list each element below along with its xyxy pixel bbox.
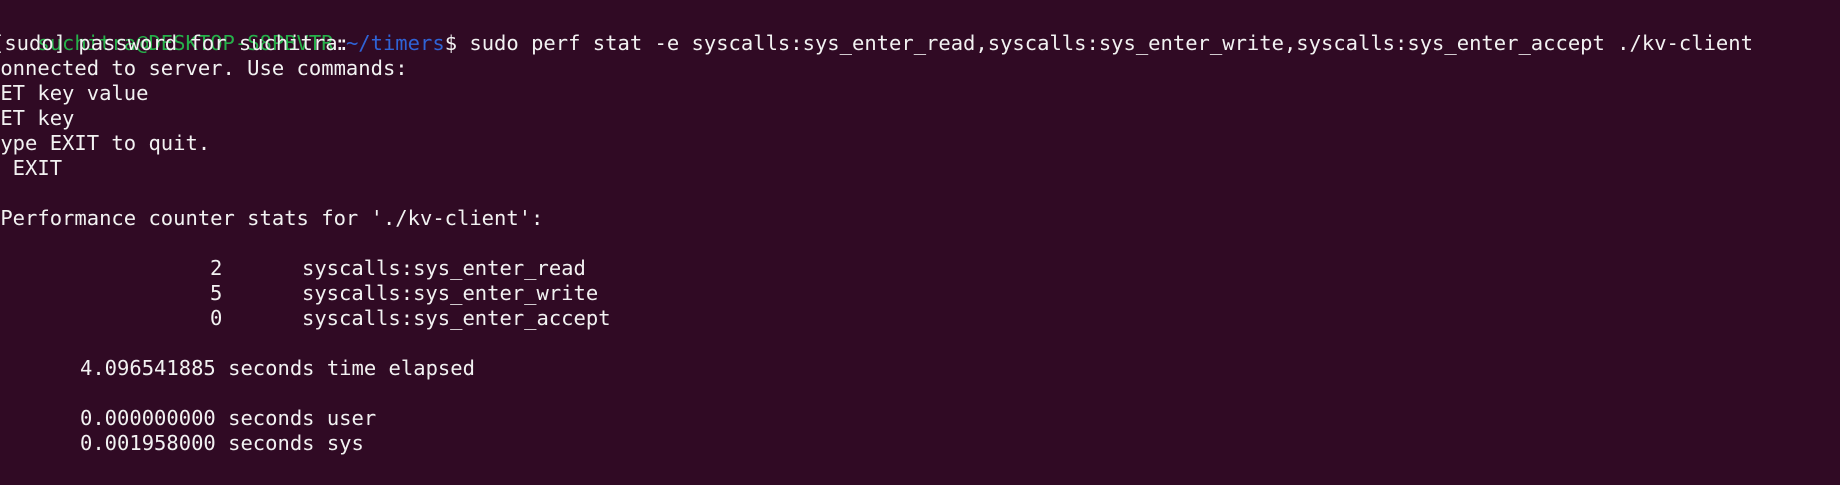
counter-event-accept: syscalls:sys_enter_accept — [302, 306, 611, 330]
prompt-symbol: $ — [444, 31, 470, 55]
time-elapsed-line: 4.096541885 seconds time elapsed — [80, 356, 475, 380]
exit-hint: Type EXIT to quit. — [0, 131, 211, 155]
time-sys-line: 0.001958000 seconds sys — [80, 431, 364, 455]
counter-value-accept: 0 — [210, 306, 223, 330]
terminal-window[interactable]: suchitra@DESKTOP-S8PBVTR:~/timers$ sudo … — [0, 0, 1840, 485]
time-user-line: 0.000000000 seconds user — [80, 406, 377, 430]
counter-value-write: 5 — [210, 281, 223, 305]
perf-stats-header: Performance counter stats for './kv-clie… — [0, 206, 544, 230]
command-prompt-line: suchitra@DESKTOP-S8PBVTR:~/timers$ sudo … — [0, 6, 1753, 55]
prompt-path: ~/timers — [345, 31, 445, 55]
counter-event-write: syscalls:sys_enter_write — [302, 281, 599, 305]
counter-value-read: 2 — [210, 256, 223, 280]
command-help-set: SET key value — [0, 81, 149, 105]
sudo-password-prompt: [sudo] password for suchitra: — [0, 31, 350, 55]
counter-event-read: syscalls:sys_enter_read — [302, 256, 586, 280]
exit-input-line: > EXIT — [0, 156, 63, 180]
connected-message: Connected to server. Use commands: — [0, 56, 408, 80]
command-help-get: GET key — [0, 106, 75, 130]
command-text: sudo perf stat -e syscalls:sys_enter_rea… — [469, 31, 1753, 55]
